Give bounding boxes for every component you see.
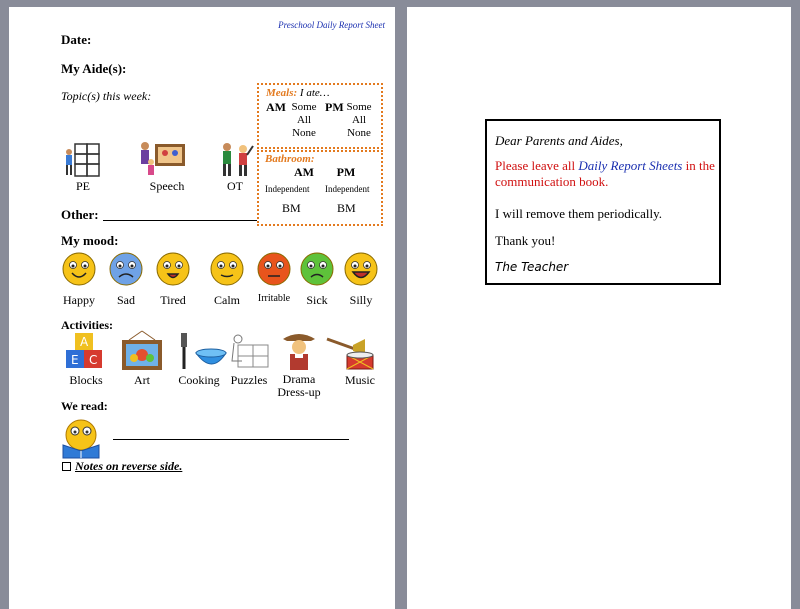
meals-am-label: AM <box>266 100 286 114</box>
meals-pm-label: PM <box>325 100 344 114</box>
notice-remove: I will remove them periodically. <box>495 206 663 221</box>
meals-pm-some[interactable]: Some <box>342 101 376 114</box>
meals-subtitle: I ate… <box>299 87 330 99</box>
blocks-icon: E C A <box>66 333 102 368</box>
meals-am-none[interactable]: None <box>287 127 321 140</box>
mood-face-happy-icon[interactable] <box>61 251 97 287</box>
activity-label-drama: Drama Dress-up <box>277 372 321 399</box>
bathroom-title: Bathroom: <box>265 153 315 165</box>
activity-label-blocks: Blocks <box>69 373 103 387</box>
header-title: Preschool Daily Report Sheet <box>278 20 385 30</box>
svg-text:E: E <box>71 353 79 367</box>
cooking-icon <box>181 333 227 369</box>
bathroom-am-bm[interactable]: BM <box>282 201 301 216</box>
reading-face-icon <box>62 419 100 459</box>
bathroom-pm-independent[interactable]: Independent <box>325 184 369 194</box>
meals-am-some[interactable]: Some <box>287 101 321 114</box>
meals-pm-none[interactable]: None <box>342 127 376 140</box>
mood-face-sick-icon[interactable] <box>299 251 335 287</box>
bathroom-pm-label: PM <box>336 165 356 179</box>
notice-page: Dear Parents and Aides, Please leave all… <box>407 7 791 609</box>
mood-label-silly: Silly <box>349 293 373 307</box>
notice-box: Dear Parents and Aides, Please leave all… <box>485 119 721 285</box>
other-label: Other: <box>61 207 99 222</box>
notice-message: Please leave all Daily Report Sheets in … <box>495 158 715 189</box>
svg-text:A: A <box>80 335 89 349</box>
mood-face-tired-icon[interactable] <box>155 251 191 287</box>
notice-greeting: Dear Parents and Aides, <box>495 133 623 148</box>
notes-checkbox[interactable] <box>62 462 71 471</box>
notice-signature: The Teacher <box>495 260 569 274</box>
therapy-label-pe: PE <box>75 179 90 193</box>
notice-thanks: Thank you! <box>495 233 556 248</box>
other-line[interactable] <box>103 220 257 221</box>
we-read-label: We read: <box>61 399 108 413</box>
puzzle-icon <box>231 334 269 368</box>
mood-face-irritable-icon[interactable] <box>256 251 292 287</box>
svg-text:C: C <box>89 353 97 367</box>
music-instruments-icon <box>326 337 374 370</box>
occupational-therapy-icon <box>223 143 254 176</box>
activity-label-art: Art <box>134 373 150 387</box>
mood-label-tired: Tired <box>160 293 186 307</box>
art-painting-icon <box>122 330 162 370</box>
climbing-child-icon <box>66 143 100 177</box>
speech-class-icon <box>141 142 185 175</box>
activities-label: Activities: <box>61 318 113 332</box>
meals-pm-all[interactable]: All <box>342 114 376 127</box>
therapy-label-speech: Speech <box>149 179 185 193</box>
we-read-line[interactable] <box>113 439 349 440</box>
notice-emphasis: Daily Report Sheets <box>578 158 683 173</box>
mood-face-sad-icon[interactable] <box>108 251 144 287</box>
bathroom-am-label: AM <box>294 165 314 179</box>
mood-label: My mood: <box>61 233 119 248</box>
date-label: Date: <box>61 32 92 47</box>
aide-label: My Aide(s): <box>61 61 127 76</box>
mood-face-calm-icon[interactable] <box>209 251 245 287</box>
meals-am-all[interactable]: All <box>287 114 321 127</box>
mood-face-silly-icon[interactable] <box>343 251 379 287</box>
notes-label: Notes on reverse side. <box>75 459 183 473</box>
activity-label-music: Music <box>345 373 375 387</box>
dress-up-icon <box>283 334 315 370</box>
meals-title: Meals: <box>266 87 298 99</box>
topic-label: Topic(s) this week: <box>61 89 152 103</box>
report-sheet-page: Preschool Daily Report Sheet Date: My Ai… <box>9 7 395 609</box>
bathroom-pm-bm[interactable]: BM <box>337 201 356 216</box>
bathroom-am-independent[interactable]: Independent <box>265 184 309 194</box>
therapy-label-ot: OT <box>227 179 243 193</box>
